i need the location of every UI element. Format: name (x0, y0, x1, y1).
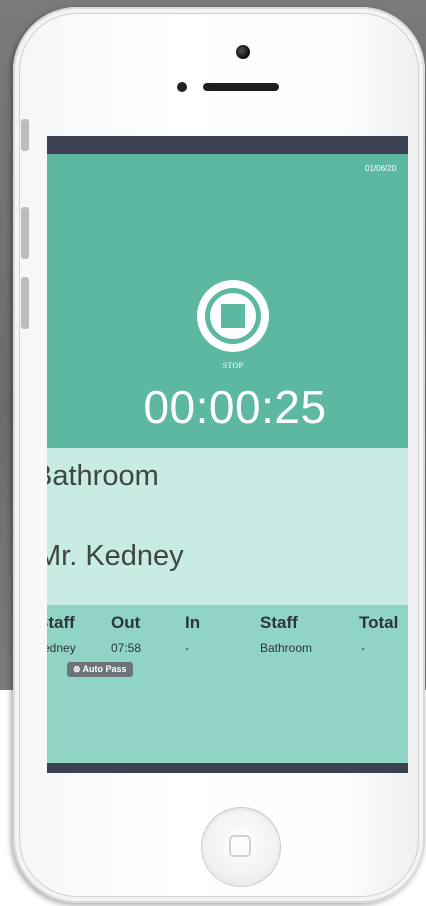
column-header-staff-2: Staff (260, 613, 298, 632)
pass-location: Bathroom (47, 460, 159, 492)
cell-staff: Kedney (47, 641, 76, 655)
stop-button[interactable] (197, 280, 269, 352)
earpiece-speaker (203, 83, 279, 91)
cancel-circle-icon: ⊗ (73, 664, 81, 674)
phone-screen: 01/06/20 STOP 00:00:25 Bathroom Mr. Kedn… (47, 136, 408, 773)
elapsed-timer: 00:00:25 (143, 381, 327, 433)
pass-log-table: Staff Out In Staff Total Kedney 07:58 - … (47, 605, 408, 763)
date-label: 01/06/20 (365, 164, 397, 173)
mute-switch (21, 119, 29, 151)
front-camera-icon (236, 45, 250, 59)
column-header-in: In (185, 613, 201, 632)
cell-total: - (361, 641, 365, 655)
volume-down-button (21, 277, 29, 329)
auto-pass-label: Auto Pass (82, 664, 127, 674)
cell-staff-2: Bathroom (260, 641, 313, 655)
stop-icon (205, 288, 261, 344)
timer-panel: 01/06/20 STOP 00:00:25 (47, 154, 408, 448)
home-square-icon (229, 835, 251, 857)
bottom-bar (47, 763, 408, 773)
sensor-icon (177, 82, 187, 92)
column-header-total: Total (359, 613, 399, 632)
pass-teacher: Mr. Kedney (47, 540, 184, 572)
column-header-out: Out (111, 613, 141, 632)
auto-pass-badge[interactable]: ⊗ Auto Pass (67, 662, 133, 677)
column-header-staff: Staff (47, 613, 75, 632)
home-button[interactable] (201, 807, 281, 887)
cell-in: - (185, 641, 189, 655)
pass-info-panel: Bathroom Mr. Kedney (47, 448, 408, 605)
stop-label: STOP (222, 361, 244, 370)
top-bar (47, 136, 408, 154)
cell-out: 07:58 (111, 641, 142, 655)
volume-up-button (21, 207, 29, 259)
